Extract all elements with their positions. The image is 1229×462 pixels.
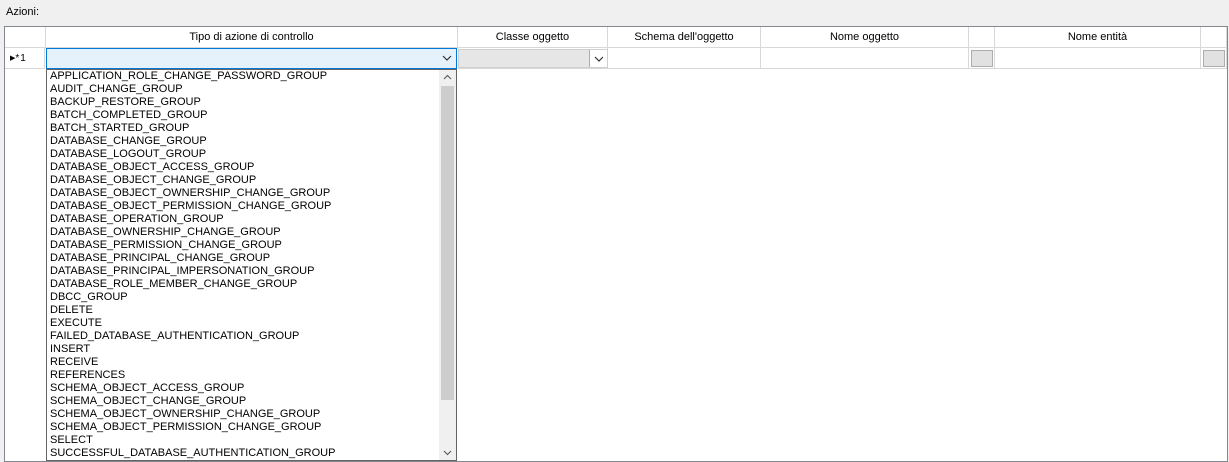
dropdown-option[interactable]: INSERT [49,343,439,356]
dropdown-option[interactable]: BATCH_COMPLETED_GROUP [49,109,439,122]
scroll-up-arrow[interactable] [439,70,456,84]
dropdown-option[interactable]: DBCC_GROUP [49,291,439,304]
dropdown-option[interactable]: REFERENCES [49,369,439,382]
dropdown-option[interactable]: EXECUTE [49,317,439,330]
dropdown-option[interactable]: DATABASE_OBJECT_ACCESS_GROUP [49,161,439,174]
chevron-down-icon [594,56,604,62]
dropdown-option[interactable]: DATABASE_PRINCIPAL_CHANGE_GROUP [49,252,439,265]
dropdown-option[interactable]: DATABASE_PERMISSION_CHANGE_GROUP [49,239,439,252]
new-row-icon: * [15,52,20,64]
dropdown-list[interactable]: APPLICATION_ROLE_CHANGE_PASSWORD_GROUP AU… [49,70,439,460]
dropdown-option[interactable]: DATABASE_ROLE_MEMBER_CHANGE_GROUP [49,278,439,291]
row-header[interactable]: ▶ * 1 [5,48,45,69]
header-object-schema[interactable]: Schema dell'oggetto [608,27,761,48]
row-number: 1 [20,52,26,64]
header-object-browse[interactable] [969,27,995,48]
object-class-combo[interactable] [458,49,608,68]
dropdown-option[interactable]: BACKUP_RESTORE_GROUP [49,96,439,109]
dropdown-option[interactable]: DATABASE_OBJECT_PERMISSION_CHANGE_GROUP [49,200,439,213]
object-schema-cell[interactable] [608,48,761,69]
chevron-down-icon [443,450,452,456]
chevron-up-icon [443,74,452,80]
scroll-down-arrow[interactable] [439,446,456,460]
object-name-cell[interactable] [761,48,969,69]
dropdown-option[interactable]: SCHEMA_OBJECT_ACCESS_GROUP [49,382,439,395]
dropdown-option[interactable]: DATABASE_OBJECT_OWNERSHIP_CHANGE_GROUP [49,187,439,200]
dropdown-option[interactable]: APPLICATION_ROLE_CHANGE_PASSWORD_GROUP [49,70,439,83]
dropdown-option[interactable]: DATABASE_OPERATION_GROUP [49,213,439,226]
vertical-scrollbar[interactable] [439,70,456,460]
dropdown-option[interactable]: DATABASE_LOGOUT_GROUP [49,148,439,161]
header-object-name[interactable]: Nome oggetto [761,27,969,48]
dropdown-option[interactable]: SCHEMA_OBJECT_OWNERSHIP_CHANGE_GROUP [49,408,439,421]
header-principal-name[interactable]: Nome entità [995,27,1201,48]
chevron-down-icon[interactable] [441,52,453,64]
dropdown-option[interactable]: DATABASE_OBJECT_CHANGE_GROUP [49,174,439,187]
header-audit-action-type[interactable]: Tipo di azione di controllo [46,27,458,48]
object-class-dropdown-button[interactable] [589,50,607,67]
dropdown-option[interactable]: RECEIVE [49,356,439,369]
actions-grid[interactable]: Tipo di azione di controllo Classe ogget… [4,26,1228,462]
dropdown-option[interactable]: BATCH_STARTED_GROUP [49,122,439,135]
scroll-thumb[interactable] [441,86,454,400]
audit-action-type-dropdown[interactable]: APPLICATION_ROLE_CHANGE_PASSWORD_GROUP AU… [46,69,457,461]
header-principal-browse[interactable] [1201,27,1227,48]
dropdown-option[interactable]: SCHEMA_OBJECT_PERMISSION_CHANGE_GROUP [49,421,439,434]
dropdown-option[interactable]: DELETE [49,304,439,317]
header-corner [5,27,46,48]
header-object-class[interactable]: Classe oggetto [458,27,608,48]
dropdown-option[interactable]: SUCCESSFUL_DATABASE_AUTHENTICATION_GROUP [49,447,439,460]
dropdown-option[interactable]: FAILED_DATABASE_AUTHENTICATION_GROUP [49,330,439,343]
object-browse-button[interactable] [971,50,993,67]
principal-browse-button[interactable] [1203,50,1225,67]
dropdown-option[interactable]: AUDIT_CHANGE_GROUP [49,83,439,96]
section-label: Azioni: [6,6,40,18]
dropdown-option[interactable]: DATABASE_CHANGE_GROUP [49,135,439,148]
dropdown-option[interactable]: SELECT [49,434,439,447]
dropdown-option[interactable]: SCHEMA_OBJECT_CHANGE_GROUP [49,395,439,408]
audit-action-type-combo[interactable] [46,48,457,69]
dropdown-option[interactable]: DATABASE_PRINCIPAL_IMPERSONATION_GROUP [49,265,439,278]
principal-name-cell[interactable] [995,48,1201,69]
dropdown-option[interactable]: DATABASE_OWNERSHIP_CHANGE_GROUP [49,226,439,239]
